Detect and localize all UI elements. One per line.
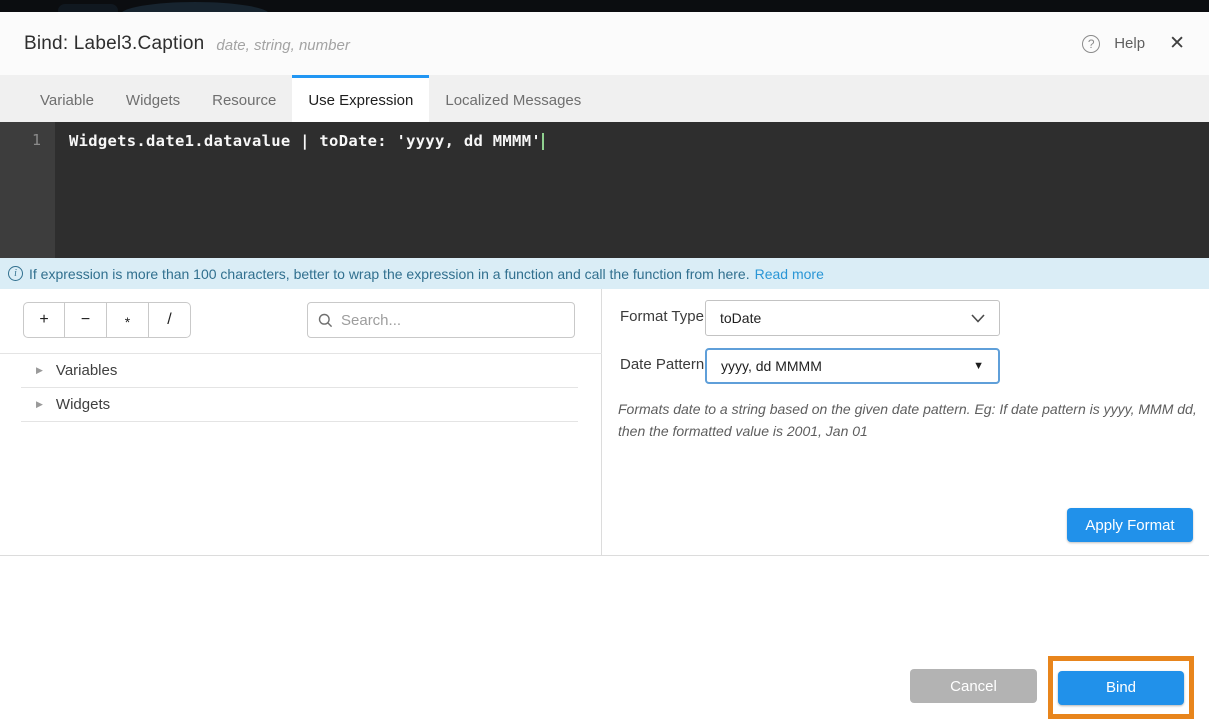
apply-format-button[interactable]: Apply Format xyxy=(1067,508,1193,542)
header-actions: ? Help ✕ xyxy=(1082,34,1185,53)
left-panel: + − * / ▶ Variables xyxy=(0,289,602,555)
bind-source-tree: ▶ Variables ▶ Widgets xyxy=(0,353,602,422)
help-question-icon[interactable]: ? xyxy=(1082,35,1100,53)
tab-bar: Variable Widgets Resource Use Expression… xyxy=(0,75,1209,122)
divide-operator-button[interactable]: / xyxy=(149,302,191,338)
dialog-header: Bind: Label3.Caption date, string, numbe… xyxy=(0,12,1209,75)
operator-button-group: + − * / xyxy=(23,302,191,338)
operators-and-search-row: + − * / xyxy=(23,302,583,338)
info-bar: i If expression is more than 100 charact… xyxy=(0,258,1209,289)
bindable-types-subtitle: date, string, number xyxy=(216,34,349,54)
expression-text: Widgets.date1.datavalue | toDate: 'yyyy,… xyxy=(69,132,541,150)
help-link[interactable]: Help xyxy=(1114,35,1145,52)
line-number: 1 xyxy=(32,131,41,149)
plus-operator-button[interactable]: + xyxy=(23,302,65,338)
tab-use-expression[interactable]: Use Expression xyxy=(292,75,429,122)
editor-code-area[interactable]: Widgets.date1.datavalue | toDate: 'yyyy,… xyxy=(55,122,1209,258)
text-cursor xyxy=(542,133,544,150)
tree-item-label: Variables xyxy=(56,362,117,379)
read-more-link[interactable]: Read more xyxy=(755,266,824,282)
annotation-highlight-box: Bind xyxy=(1048,656,1194,719)
format-panel: Format Type toDate Date Pattern yyyy, dd… xyxy=(602,289,1209,555)
chevron-down-icon xyxy=(971,314,985,323)
bind-dialog-screen: Bind: Label3.Caption date, string, numbe… xyxy=(0,0,1209,724)
minus-operator-button[interactable]: − xyxy=(65,302,107,338)
close-icon[interactable]: ✕ xyxy=(1169,34,1185,53)
tab-resource[interactable]: Resource xyxy=(196,75,292,122)
expression-code-editor[interactable]: 1 Widgets.date1.datavalue | toDate: 'yyy… xyxy=(0,122,1209,258)
editor-gutter: 1 xyxy=(0,122,55,258)
page-title: Bind: Label3.Caption xyxy=(24,33,204,55)
background-app-strip xyxy=(0,0,1209,12)
triangle-down-icon: ▼ xyxy=(973,360,984,372)
search-icon xyxy=(318,313,333,328)
tree-item-widgets[interactable]: ▶ Widgets xyxy=(21,388,578,422)
collapsed-caret-icon[interactable]: ▶ xyxy=(36,399,43,410)
tree-item-variables[interactable]: ▶ Variables xyxy=(21,354,578,388)
format-type-select[interactable]: toDate xyxy=(705,300,1000,336)
format-type-value: toDate xyxy=(720,310,761,326)
info-icon: i xyxy=(8,266,23,281)
tab-localized-messages[interactable]: Localized Messages xyxy=(429,75,597,122)
cancel-button[interactable]: Cancel xyxy=(910,669,1037,703)
search-box[interactable] xyxy=(307,302,575,338)
background-shape xyxy=(58,4,118,12)
tab-widgets[interactable]: Widgets xyxy=(110,75,196,122)
search-input[interactable] xyxy=(341,312,564,329)
date-pattern-value: yyyy, dd MMMM xyxy=(721,358,822,374)
date-pattern-label: Date Pattern xyxy=(620,356,704,373)
format-description: Formats date to a string based on the gi… xyxy=(618,399,1198,442)
format-type-label: Format Type xyxy=(620,308,704,325)
bind-button[interactable]: Bind xyxy=(1058,671,1184,705)
info-text: If expression is more than 100 character… xyxy=(29,266,750,282)
collapsed-caret-icon[interactable]: ▶ xyxy=(36,365,43,376)
panels-section: + − * / ▶ Variables xyxy=(0,289,1209,556)
tab-variable[interactable]: Variable xyxy=(24,75,110,122)
multiply-operator-button[interactable]: * xyxy=(107,302,149,338)
date-pattern-select[interactable]: yyyy, dd MMMM ▼ xyxy=(705,348,1000,384)
background-shape xyxy=(120,2,270,12)
tree-item-label: Widgets xyxy=(56,396,110,413)
